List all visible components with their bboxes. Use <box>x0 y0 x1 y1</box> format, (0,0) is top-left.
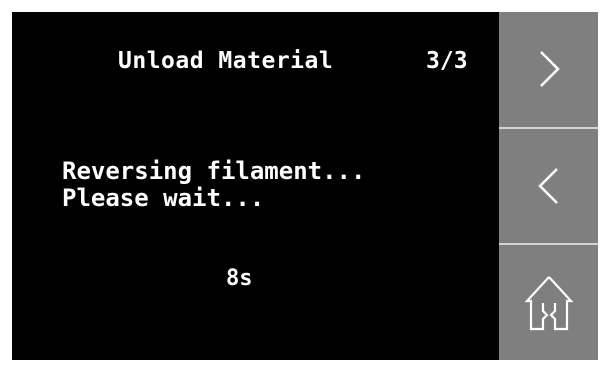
page-title: Unload Material <box>118 48 334 74</box>
next-button[interactable] <box>499 12 598 127</box>
touch-screen: Unload Material 3/3 Reversing filament..… <box>12 12 598 360</box>
status-message-line-1: Reversing filament... <box>62 157 366 185</box>
status-message: Reversing filament... Please wait... <box>62 158 365 212</box>
chevron-left-icon <box>537 168 558 204</box>
status-message-line-2: Please wait... <box>62 184 265 212</box>
home-button[interactable] <box>499 243 598 360</box>
countdown-timer: 8s <box>226 266 253 291</box>
device-bezel: Unload Material 3/3 Reversing filament..… <box>0 0 606 370</box>
home-icon <box>523 275 574 330</box>
back-button[interactable] <box>499 126 598 244</box>
step-counter: 3/3 <box>426 48 468 74</box>
navigation-sidebar <box>499 12 598 360</box>
chevron-right-icon <box>539 51 560 88</box>
content-area: Unload Material 3/3 Reversing filament..… <box>12 12 499 360</box>
